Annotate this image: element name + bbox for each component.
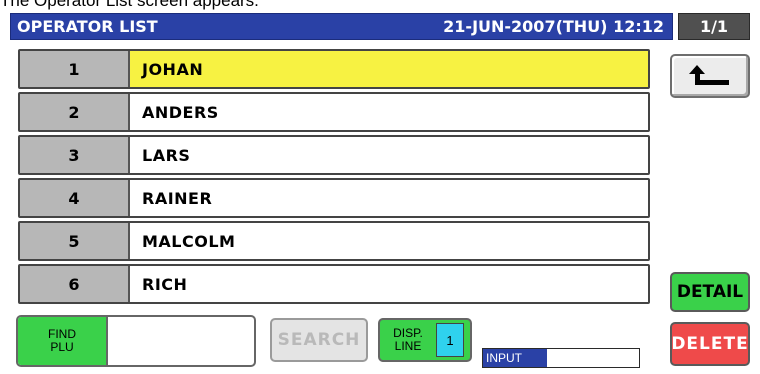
operator-name: LARS <box>142 145 191 165</box>
operator-name: JOHAN <box>130 51 648 87</box>
disp-line-value: 1 <box>436 323 464 357</box>
disp-line-label: DISP. LINE <box>380 327 436 353</box>
find-plu-label: FIND PLU <box>18 317 108 365</box>
operator-number: 1 <box>20 51 130 87</box>
operator-row[interactable]: 1 JOHAN <box>18 49 650 89</box>
operator-name: MALCOLM <box>142 231 236 251</box>
find-plu-field[interactable]: FIND PLU <box>16 315 256 367</box>
operator-number: 2 <box>20 94 130 130</box>
back-arrow-icon <box>689 65 729 85</box>
operator-number: 3 <box>20 137 130 173</box>
detail-button[interactable]: DETAIL <box>670 272 750 312</box>
operator-row[interactable]: 5 MALCOLM <box>18 221 650 261</box>
operator-name: RICH <box>142 274 188 294</box>
screen-title: OPERATOR LIST <box>17 17 158 36</box>
operator-name: RAINER <box>142 188 213 208</box>
back-button[interactable] <box>670 54 750 98</box>
instruction-caption: The Operator List screen appears. <box>0 0 259 10</box>
find-plu-label-line2: PLU <box>50 340 74 354</box>
title-bar: OPERATOR LIST 21-JUN-2007(THU) 12:12 <box>10 13 673 40</box>
delete-button[interactable]: DELETE <box>670 322 750 366</box>
operator-number: 6 <box>20 266 130 302</box>
disp-line-button[interactable]: DISP. LINE 1 <box>378 318 472 362</box>
operator-row[interactable]: 4 RAINER <box>18 178 650 218</box>
date-time: 21-JUN-2007(THU) 12:12 <box>443 17 664 36</box>
operator-number: 5 <box>20 223 130 259</box>
operator-row[interactable]: 2 ANDERS <box>18 92 650 132</box>
page-indicator: 1/1 <box>678 13 750 40</box>
operator-name: ANDERS <box>142 102 219 122</box>
disp-line-label-line2: LINE <box>394 339 422 353</box>
operator-number: 4 <box>20 180 130 216</box>
operator-row[interactable]: 6 RICH <box>18 264 650 304</box>
input-indicator: INPUT <box>482 348 640 368</box>
search-button[interactable]: SEARCH <box>270 318 368 362</box>
input-indicator-label: INPUT <box>483 349 547 367</box>
operator-row[interactable]: 3 LARS <box>18 135 650 175</box>
find-plu-input[interactable] <box>108 317 254 365</box>
